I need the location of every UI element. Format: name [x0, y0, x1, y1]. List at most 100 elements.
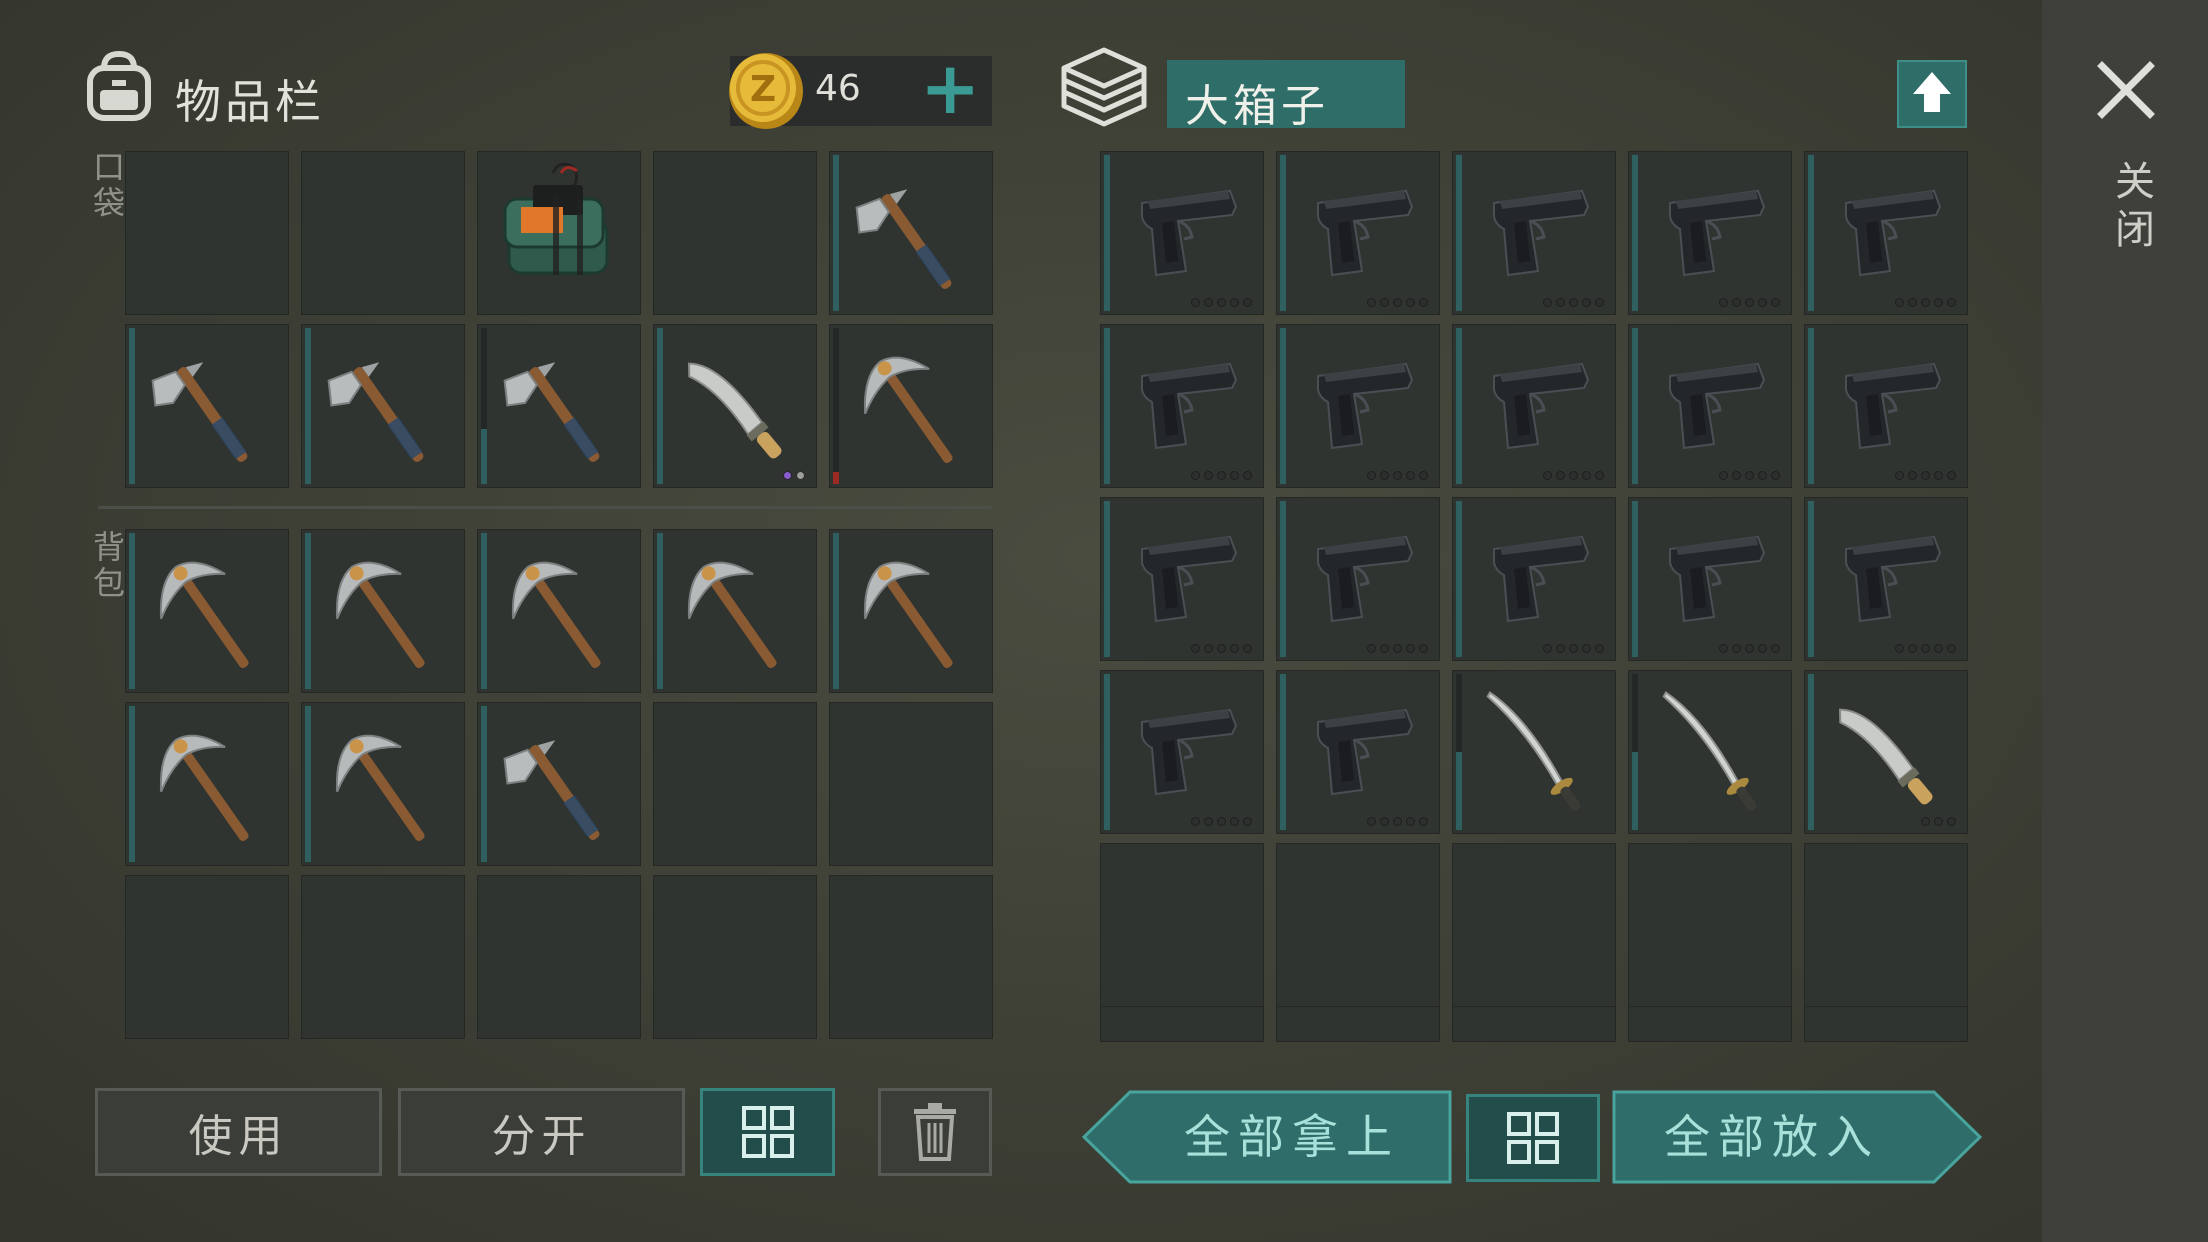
- pocket-slot[interactable]: [653, 151, 817, 315]
- upload-button[interactable]: [1897, 60, 1967, 128]
- take-all-button[interactable]: 全部拿上: [1082, 1090, 1452, 1184]
- quality-dot: [1191, 644, 1200, 653]
- quality-dot: [1406, 298, 1415, 307]
- crate-slot[interactable]: [1452, 670, 1616, 834]
- crate-slot[interactable]: [1804, 1006, 1968, 1042]
- backpack-slot[interactable]: [477, 702, 641, 866]
- pocket-slot[interactable]: [125, 151, 289, 315]
- crate-slot[interactable]: [1276, 843, 1440, 1007]
- quality-dot: [1771, 644, 1780, 653]
- crate-slot[interactable]: [1804, 324, 1968, 488]
- quality-dot: [1934, 644, 1943, 653]
- crate-slot[interactable]: [1804, 670, 1968, 834]
- quality-dots: [1367, 298, 1428, 307]
- quality-dots: [1191, 817, 1252, 826]
- sort-container-button[interactable]: [1466, 1094, 1600, 1182]
- put-all-label: 全部放入: [1664, 1110, 1880, 1164]
- backpack-slot[interactable]: [301, 529, 465, 693]
- quality-dot: [1569, 471, 1578, 480]
- trash-button[interactable]: [878, 1088, 992, 1176]
- crate-slot[interactable]: [1100, 324, 1264, 488]
- split-button[interactable]: 分开: [398, 1088, 685, 1176]
- quality-dots: [1367, 471, 1428, 480]
- quality-dot: [1230, 471, 1239, 480]
- sort-grid-icon: [741, 1106, 794, 1158]
- crate-slot[interactable]: [1100, 151, 1264, 315]
- quality-dot: [1947, 298, 1956, 307]
- crate-slot[interactable]: [1628, 670, 1792, 834]
- crate-slot[interactable]: [1452, 497, 1616, 661]
- quality-dot: [1934, 471, 1943, 480]
- quality-dot: [1771, 471, 1780, 480]
- pocket-slot[interactable]: [301, 324, 465, 488]
- crate-slot[interactable]: [1452, 1006, 1616, 1042]
- pocket-slot[interactable]: [301, 151, 465, 315]
- backpack-slot[interactable]: [829, 529, 993, 693]
- crate-slot[interactable]: [1628, 324, 1792, 488]
- backpack-slot[interactable]: [653, 702, 817, 866]
- crate-slot[interactable]: [1276, 497, 1440, 661]
- quality-dots: [1895, 298, 1956, 307]
- crate-slot[interactable]: [1100, 670, 1264, 834]
- sort-inventory-button[interactable]: [700, 1088, 835, 1176]
- quality-dot: [1393, 644, 1402, 653]
- close-label[interactable]: 关闭: [2102, 160, 2160, 256]
- quality-dot: [1556, 298, 1565, 307]
- backpack-slot[interactable]: [477, 875, 641, 1039]
- backpack-slot[interactable]: [829, 702, 993, 866]
- quality-dot: [1895, 644, 1904, 653]
- backpack-slot[interactable]: [653, 875, 817, 1039]
- backpack-slot[interactable]: [125, 875, 289, 1039]
- crate-slot[interactable]: [1628, 843, 1792, 1007]
- pocket-slot[interactable]: [477, 151, 641, 315]
- crate-slot[interactable]: [1628, 497, 1792, 661]
- quality-dot: [1908, 644, 1917, 653]
- put-all-button[interactable]: 全部放入: [1612, 1090, 1982, 1184]
- add-coins-button[interactable]: +: [920, 48, 980, 128]
- quality-dot: [1595, 298, 1604, 307]
- crate-slot[interactable]: [1100, 843, 1264, 1007]
- quality-dot: [1217, 298, 1226, 307]
- quality-dot: [1204, 817, 1213, 826]
- pocket-slot[interactable]: [829, 324, 993, 488]
- crate-slot[interactable]: [1100, 1006, 1264, 1042]
- crate-slot[interactable]: [1276, 151, 1440, 315]
- backpack-slot[interactable]: [125, 702, 289, 866]
- take-all-label: 全部拿上: [1184, 1110, 1400, 1164]
- crate-slot[interactable]: [1804, 843, 1968, 1007]
- crate-slot[interactable]: [1804, 497, 1968, 661]
- crate-slot[interactable]: [1100, 497, 1264, 661]
- backpack-slot[interactable]: [301, 875, 465, 1039]
- crate-slot[interactable]: [1628, 151, 1792, 315]
- crate-slot[interactable]: [1452, 843, 1616, 1007]
- crate-slot[interactable]: [1452, 324, 1616, 488]
- crate-slot[interactable]: [1276, 1006, 1440, 1042]
- quality-dot: [1771, 298, 1780, 307]
- crate-slot[interactable]: [1276, 324, 1440, 488]
- quality-dot: [1543, 644, 1552, 653]
- use-button[interactable]: 使用: [95, 1088, 382, 1176]
- pocket-slot[interactable]: [125, 324, 289, 488]
- backpack-slot[interactable]: [301, 702, 465, 866]
- crate-slot[interactable]: [1628, 1006, 1792, 1042]
- quality-dot: [1921, 471, 1930, 480]
- quality-dot: [1217, 644, 1226, 653]
- backpack-slot[interactable]: [829, 875, 993, 1039]
- quality-dot: [1243, 471, 1252, 480]
- pocket-slot[interactable]: [653, 324, 817, 488]
- close-button[interactable]: [2090, 54, 2162, 126]
- pocket-slot[interactable]: [829, 151, 993, 315]
- crate-slot[interactable]: [1276, 670, 1440, 834]
- quality-dot: [1230, 817, 1239, 826]
- quality-dot: [1582, 471, 1591, 480]
- pocket-slot[interactable]: [477, 324, 641, 488]
- backpack-slot[interactable]: [125, 529, 289, 693]
- quality-dot: [1380, 298, 1389, 307]
- backpack-slot[interactable]: [653, 529, 817, 693]
- quality-dot: [1947, 471, 1956, 480]
- backpack-icon: [82, 50, 156, 122]
- quality-dot: [1419, 298, 1428, 307]
- backpack-slot[interactable]: [477, 529, 641, 693]
- crate-slot[interactable]: [1452, 151, 1616, 315]
- crate-slot[interactable]: [1804, 151, 1968, 315]
